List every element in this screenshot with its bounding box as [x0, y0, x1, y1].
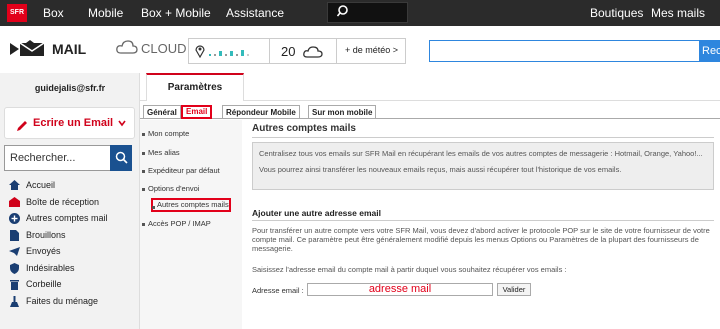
nav-mes-mails[interactable]: Mes mails — [651, 6, 705, 20]
add-address-divider — [252, 220, 714, 221]
tab-parametres[interactable]: Paramètres — [146, 73, 244, 101]
weather-divider — [269, 39, 270, 63]
shield-icon — [10, 262, 19, 274]
location-indicator — [209, 47, 267, 61]
folder-label: Envoyés — [26, 246, 61, 256]
top-search-field[interactable] — [327, 2, 408, 23]
email-address-input[interactable]: adresse mail — [307, 283, 493, 296]
sent-icon — [9, 247, 20, 256]
more-weather-button[interactable]: + de météo > — [336, 38, 406, 64]
add-address-title: Ajouter une autre adresse email — [252, 208, 381, 218]
folder-label: Accueil — [26, 180, 56, 190]
folder-spam[interactable]: Indésirables — [0, 260, 140, 277]
mail-search-input[interactable] — [429, 40, 700, 62]
broom-icon — [10, 295, 19, 307]
inbox-icon — [9, 196, 20, 207]
validate-button[interactable]: Valider — [497, 283, 531, 296]
nav-separator: · — [638, 6, 642, 20]
folder-label: Corbeille — [26, 279, 62, 289]
location-pin-icon — [195, 44, 205, 61]
info-text-1: Centralisez tous vos emails sur SFR Mail… — [259, 149, 703, 158]
cloud-icon — [116, 40, 138, 57]
menu-mes-alias[interactable]: Mes alias — [142, 146, 180, 160]
sidebar: guidejalis@sfr.fr Ecrire un Email Recher… — [0, 73, 140, 329]
folder-drafts[interactable]: Brouillons — [0, 227, 140, 244]
folder-accueil[interactable]: Accueil — [0, 177, 140, 194]
pen-icon — [15, 115, 29, 131]
folder-list: Accueil Boîte de réception Autres compte… — [0, 177, 140, 309]
folder-label: Autres comptes mail — [26, 213, 108, 223]
nav-box[interactable]: Box — [43, 6, 64, 20]
menu-expediteur[interactable]: Expéditeur par défaut — [142, 164, 220, 178]
cloud-link[interactable]: CLOUD — [116, 40, 187, 57]
folder-inbox[interactable]: Boîte de réception — [0, 194, 140, 211]
settings-subtabs: Général Email Répondeur Mobile Sur mon m… — [140, 105, 720, 120]
nav-assistance[interactable]: Assistance — [226, 6, 284, 20]
menu-autres-comptes[interactable]: Autres comptes mails — [151, 198, 231, 212]
settings-content: Autres comptes mails Centralisez tous vo… — [245, 120, 720, 329]
nav-boutiques[interactable]: Boutiques — [590, 6, 643, 20]
nav-mobile[interactable]: Mobile — [88, 6, 123, 20]
top-navigation-bar: SFR Box Mobile Box + Mobile Assistance B… — [0, 0, 720, 26]
folder-label: Indésirables — [26, 262, 75, 273]
sidebar-search-input[interactable]: Rechercher... — [4, 145, 111, 171]
main-tabs: Paramètres — [140, 73, 720, 101]
instruction-text: Saisissez l'adresse email du compte mail… — [252, 265, 567, 274]
user-email: guidejalis@sfr.fr — [34, 83, 106, 93]
search-icon — [115, 151, 128, 169]
folder-label: Boîte de réception — [26, 196, 100, 207]
subtab-general[interactable]: Général — [143, 105, 181, 119]
app-header: MAIL CLOUD 20 + de météo > Rec — [0, 26, 720, 73]
subtab-repondeur-mobile[interactable]: Répondeur Mobile — [222, 105, 300, 119]
draft-icon — [10, 229, 19, 241]
write-email-button[interactable]: Ecrire un Email — [4, 107, 135, 139]
add-address-text: Pour transférer un autre compte vers vot… — [252, 226, 710, 253]
sidebar-search-button[interactable] — [110, 145, 132, 171]
weather-widget[interactable]: 20 + de météo > — [188, 38, 406, 64]
nav-box-mobile[interactable]: Box + Mobile — [141, 6, 211, 20]
menu-mon-compte[interactable]: Mon compte — [141, 127, 189, 141]
search-submit-button[interactable]: Rec — [700, 40, 720, 62]
info-box: Centralisez tous vos emails sur SFR Mail… — [252, 142, 714, 190]
envelope-icon — [10, 40, 48, 58]
chevron-down-icon[interactable] — [117, 118, 127, 128]
info-text-2: Vous pourrez ainsi transférer les nouvea… — [259, 164, 622, 174]
menu-options-envoi[interactable]: Options d'envoi — [141, 182, 199, 196]
weather-temperature: 20 — [281, 44, 296, 59]
settings-menu: Mon compte Mes alias Expéditeur par défa… — [140, 120, 242, 329]
mail-label: MAIL — [52, 41, 87, 57]
subtab-sur-mon-mobile[interactable]: Sur mon mobile — [308, 105, 377, 119]
home-icon — [9, 180, 20, 190]
folder-trash[interactable]: Corbeille — [0, 276, 140, 293]
subtab-email[interactable]: Email — [181, 105, 213, 119]
menu-acces-pop-imap[interactable]: Accès POP / IMAP — [142, 217, 211, 231]
folder-sent[interactable]: Envoyés — [0, 243, 140, 260]
folder-cleanup[interactable]: Faites du ménage — [0, 293, 140, 310]
add-account-icon — [9, 213, 20, 224]
write-email-label: Ecrire un Email — [33, 117, 114, 129]
mail-logo[interactable]: MAIL — [10, 38, 86, 60]
address-label: Adresse email : — [252, 286, 304, 295]
cloud-label: CLOUD — [141, 41, 187, 56]
search-icon — [336, 4, 351, 21]
cloud-weather-icon — [303, 46, 323, 61]
title-divider — [252, 137, 714, 138]
sfr-logo[interactable]: SFR — [7, 4, 27, 22]
folder-label: Brouillons — [26, 229, 66, 240]
trash-icon — [10, 280, 19, 290]
folder-other-accounts[interactable]: Autres comptes mail — [0, 210, 140, 227]
folder-label: Faites du ménage — [26, 295, 99, 306]
page-title: Autres comptes mails — [252, 123, 356, 134]
